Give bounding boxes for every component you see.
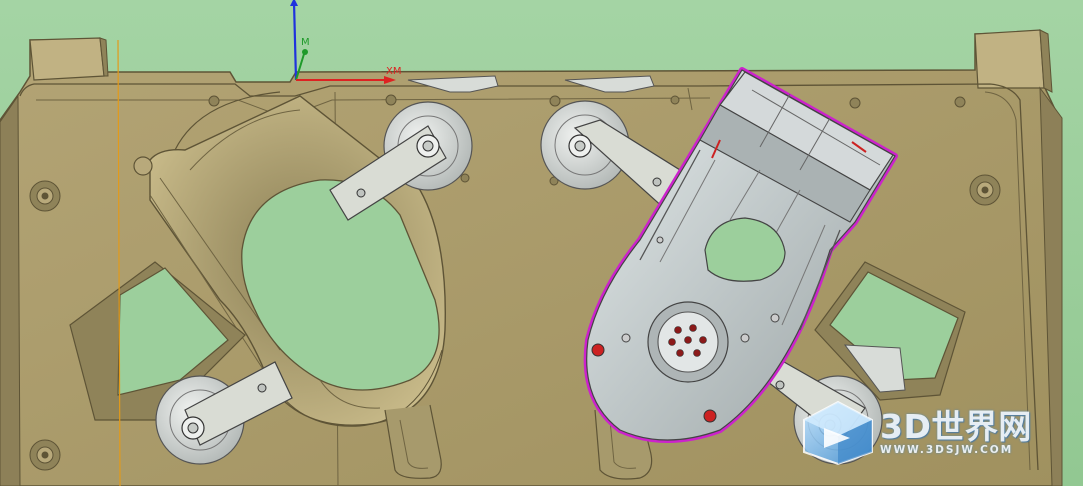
locating-pin [133,156,153,176]
x-axis-label: XM [386,66,401,77]
left-guide-block [29,37,105,81]
z-axis-label: M [301,37,310,48]
cad-model-canvas[interactable]: M XM [0,0,1083,487]
right-guide-block [974,29,1045,89]
cad-viewport[interactable]: M XM 3D世界网 WWW.3DSJW.COM [0,0,1083,487]
